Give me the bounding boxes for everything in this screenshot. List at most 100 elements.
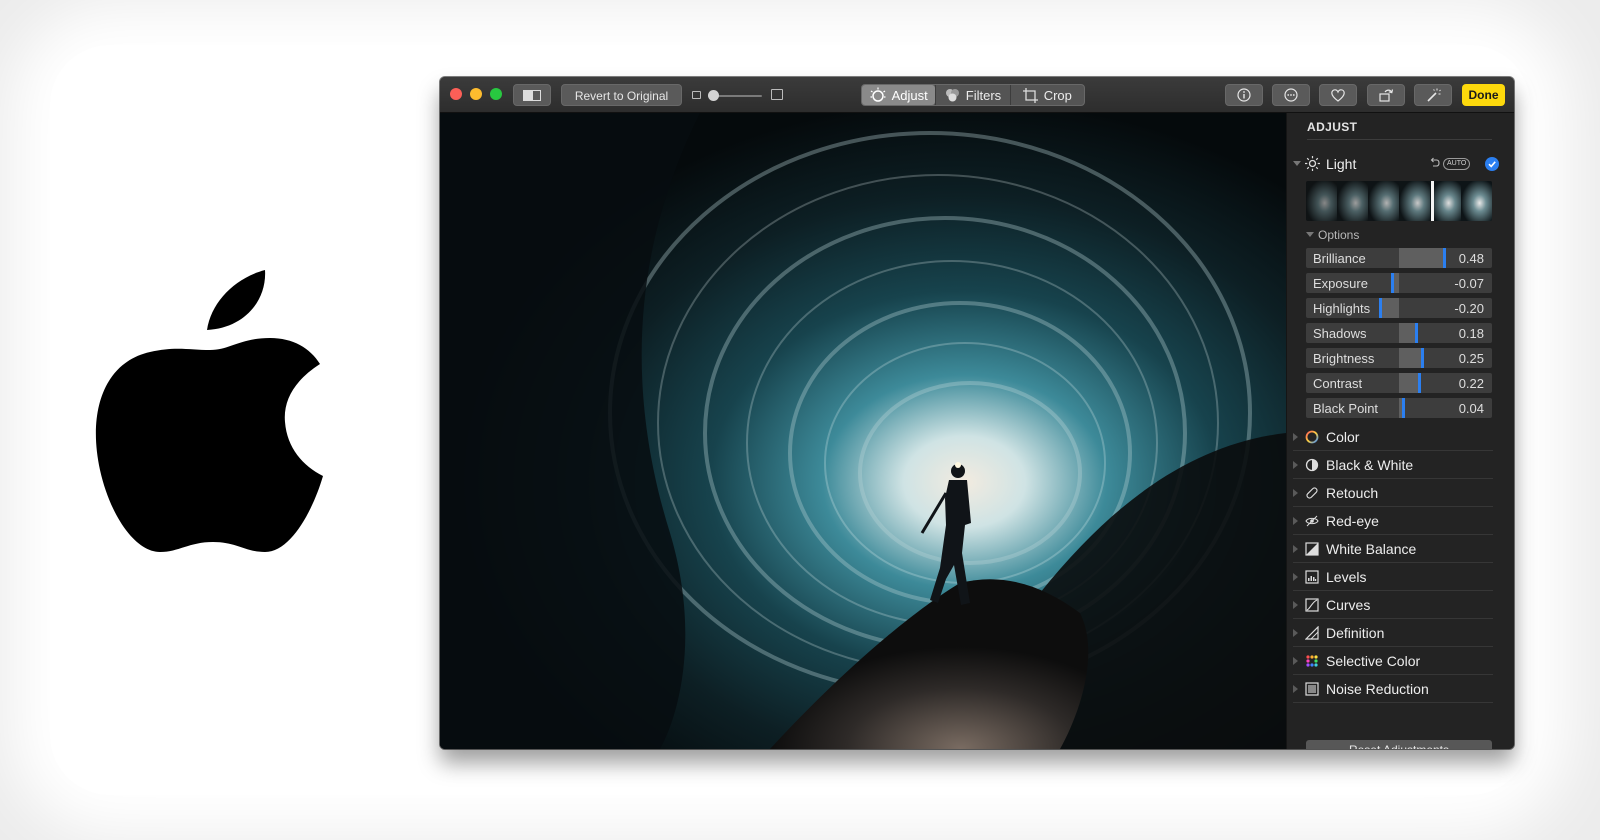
- revert-to-original-button[interactable]: Revert to Original: [561, 84, 682, 106]
- slider-marker[interactable]: [1421, 348, 1425, 368]
- section-label: Retouch: [1326, 485, 1379, 501]
- more-button[interactable]: [1272, 84, 1310, 106]
- slider-marker[interactable]: [1391, 273, 1395, 293]
- slider-marker[interactable]: [1401, 398, 1405, 418]
- light-enabled-toggle[interactable]: [1485, 157, 1499, 171]
- slider-shadows[interactable]: Shadows 0.18: [1306, 323, 1492, 343]
- slider-value: 0.22: [1458, 376, 1484, 391]
- zoom-button[interactable]: [490, 88, 502, 100]
- light-section-header[interactable]: Light AUTO: [1293, 155, 1499, 175]
- photo-canvas[interactable]: [440, 113, 1286, 749]
- section-noise-reduction[interactable]: Noise Reduction: [1293, 675, 1493, 703]
- favorite-button[interactable]: [1319, 84, 1357, 106]
- adjustment-sections: Color Black & White Retouch Red-eye Whit…: [1293, 423, 1493, 703]
- section-definition[interactable]: Definition: [1293, 619, 1493, 647]
- bandage-icon: [1306, 487, 1318, 499]
- slider-marker[interactable]: [1379, 298, 1383, 318]
- slider-brightness[interactable]: Brightness 0.25: [1306, 348, 1492, 368]
- half-circle-icon: [1305, 458, 1319, 472]
- zoom-slider[interactable]: [692, 89, 788, 103]
- compare-button[interactable]: [513, 84, 551, 106]
- tab-adjust[interactable]: Adjust: [862, 85, 936, 105]
- tab-crop[interactable]: Crop: [1011, 85, 1084, 105]
- section-label: Black & White: [1326, 457, 1414, 473]
- section-red-eye[interactable]: Red-eye: [1293, 507, 1493, 535]
- slider-exposure[interactable]: Exposure -0.07: [1306, 273, 1492, 293]
- panel-title: ADJUST: [1307, 120, 1358, 134]
- eye-icon: [1305, 515, 1319, 527]
- slider-value: 0.25: [1458, 351, 1484, 366]
- edit-mode-tabs: Adjust Filters Crop: [861, 84, 1085, 106]
- thumbnail-frames: [1306, 181, 1492, 221]
- slider-label: Contrast: [1313, 376, 1363, 391]
- disclosure-closed-icon[interactable]: [1293, 573, 1298, 581]
- slider-fill: [1380, 298, 1399, 318]
- auto-enhance-button[interactable]: [1414, 84, 1452, 106]
- selective-color-icon: [1306, 655, 1318, 667]
- options-disclosure-icon[interactable]: [1306, 232, 1314, 237]
- disclosure-closed-icon[interactable]: [1293, 433, 1298, 441]
- noise-reduction-icon: [1305, 682, 1319, 696]
- slider-value: 0.48: [1458, 251, 1484, 266]
- section-label: Definition: [1326, 625, 1385, 641]
- disclosure-closed-icon[interactable]: [1293, 489, 1298, 497]
- zoom-knob[interactable]: [708, 90, 719, 101]
- reset-adjustments-button[interactable]: Reset Adjustments: [1306, 740, 1492, 749]
- section-curves[interactable]: Curves: [1293, 591, 1493, 619]
- rotate-button[interactable]: [1367, 84, 1405, 106]
- slider-label: Highlights: [1313, 301, 1371, 316]
- disclosure-closed-icon[interactable]: [1293, 657, 1298, 665]
- auto-button[interactable]: AUTO: [1443, 158, 1471, 170]
- tab-adjust-label: Adjust: [891, 87, 928, 103]
- section-label: Selective Color: [1326, 653, 1421, 669]
- options-toggle[interactable]: Options: [1306, 227, 1426, 243]
- section-selective-color[interactable]: Selective Color: [1293, 647, 1493, 675]
- slider-black-point[interactable]: Black Point 0.04: [1306, 398, 1492, 418]
- ellipsis-circle-icon: [1284, 88, 1298, 102]
- disclosure-closed-icon[interactable]: [1293, 545, 1298, 553]
- slider-marker[interactable]: [1442, 248, 1446, 268]
- light-thumbnail-strip[interactable]: [1306, 181, 1492, 221]
- slider-marker[interactable]: [1418, 373, 1422, 393]
- options-label: Options: [1318, 228, 1360, 242]
- slider-highlights[interactable]: Highlights -0.20: [1306, 298, 1492, 318]
- disclosure-closed-icon[interactable]: [1293, 517, 1298, 525]
- slider-fill: [1399, 323, 1416, 343]
- disclosure-closed-icon[interactable]: [1293, 461, 1298, 469]
- tab-filters[interactable]: Filters: [935, 85, 1011, 105]
- slider-fill: [1399, 373, 1420, 393]
- section-label: Color: [1326, 429, 1360, 445]
- slider-contrast[interactable]: Contrast 0.22: [1306, 373, 1492, 393]
- section-black-and-white[interactable]: Black & White: [1293, 451, 1493, 479]
- section-label: Levels: [1326, 569, 1367, 585]
- disclosure-closed-icon[interactable]: [1293, 601, 1298, 609]
- photos-editor-window: Revert to Original Adjust Filters Crop D…: [440, 77, 1514, 749]
- slider-brilliance[interactable]: Brilliance 0.48: [1306, 248, 1492, 268]
- crop-icon: [1022, 87, 1038, 103]
- section-label: Noise Reduction: [1326, 681, 1429, 697]
- undo-icon[interactable]: [1430, 157, 1440, 167]
- disclosure-closed-icon[interactable]: [1293, 629, 1298, 637]
- done-button[interactable]: Done: [1462, 84, 1505, 106]
- close-button[interactable]: [450, 88, 462, 100]
- color-circle-icon: [1305, 430, 1319, 444]
- slider-label: Black Point: [1313, 401, 1379, 416]
- minimize-button[interactable]: [470, 88, 482, 100]
- rotate-icon: [1378, 89, 1393, 102]
- tab-crop-label: Crop: [1043, 87, 1072, 103]
- slider-marker[interactable]: [1414, 323, 1418, 343]
- adjust-dial-icon: [870, 87, 886, 102]
- info-button[interactable]: [1225, 84, 1263, 106]
- slider-label: Brilliance: [1313, 251, 1366, 266]
- curves-icon: [1305, 598, 1319, 612]
- sun-icon: [1305, 156, 1320, 171]
- thumbnail-scrubber: [1431, 181, 1434, 221]
- section-retouch[interactable]: Retouch: [1293, 479, 1493, 507]
- section-levels[interactable]: Levels: [1293, 563, 1493, 591]
- slider-value: -0.20: [1454, 301, 1484, 316]
- section-white-balance[interactable]: White Balance: [1293, 535, 1493, 563]
- section-color[interactable]: Color: [1293, 423, 1493, 451]
- disclosure-open-icon[interactable]: [1293, 161, 1301, 166]
- light-sliders: Brilliance 0.48 Exposure -0.07 Highlight…: [1306, 248, 1492, 423]
- disclosure-closed-icon[interactable]: [1293, 685, 1298, 693]
